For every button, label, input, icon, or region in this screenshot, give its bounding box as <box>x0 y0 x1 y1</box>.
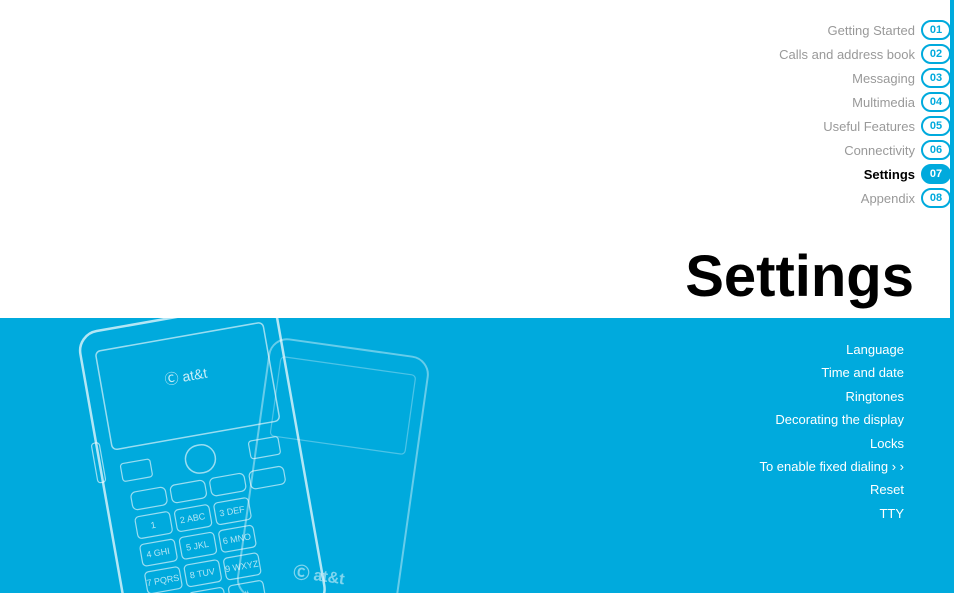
settings-chapter-menu: LanguageTime and dateRingtonesDecorating… <box>759 338 904 525</box>
blue-menu-item: Time and date <box>759 361 904 384</box>
svg-text:6 MNO: 6 MNO <box>222 531 252 546</box>
nav-item-02[interactable]: Calls and address book 02 <box>714 44 954 64</box>
svg-text:9 WXYZ: 9 WXYZ <box>224 559 259 575</box>
blue-menu-item: Language <box>759 338 904 361</box>
nav-item-badge: 04 <box>921 92 951 112</box>
nav-item-badge: 08 <box>921 188 951 208</box>
nav-item-06[interactable]: Connectivity 06 <box>714 140 954 160</box>
nav-item-label: Settings <box>864 167 915 182</box>
svg-text:4 GHI: 4 GHI <box>146 546 171 560</box>
blue-menu-item: TTY <box>759 502 904 525</box>
nav-item-label: Appendix <box>861 191 915 206</box>
nav-item-badge: 06 <box>921 140 951 160</box>
nav-item-03[interactable]: Messaging 03 <box>714 68 954 88</box>
blue-menu-item: To enable fixed dialing › <box>759 455 904 478</box>
nav-item-label: Getting Started <box>828 23 915 38</box>
svg-text:Ⓒ at&t: Ⓒ at&t <box>292 562 346 588</box>
nav-item-08[interactable]: Appendix 08 <box>714 188 954 208</box>
blue-menu-item: Locks <box>759 432 904 455</box>
svg-text:1: 1 <box>150 520 157 531</box>
blue-menu-item: Ringtones <box>759 385 904 408</box>
nav-item-label: Messaging <box>852 71 915 86</box>
chapter-navigation: Getting Started 01 Calls and address book 0… <box>714 20 954 212</box>
phone-illustration: Ⓒ at&t 1 2 ABC 3 DEF <box>40 318 440 593</box>
nav-item-badge: 01 <box>921 20 951 40</box>
svg-text:5 JKL: 5 JKL <box>185 539 209 553</box>
nav-item-05[interactable]: Useful Features 05 <box>714 116 954 136</box>
nav-item-07[interactable]: Settings 07 <box>714 164 954 184</box>
svg-text:7 PQRS: 7 PQRS <box>146 573 180 589</box>
nav-item-badge: 02 <box>921 44 951 64</box>
nav-item-label: Calls and address book <box>779 47 915 62</box>
nav-item-badge: 07 <box>921 164 951 184</box>
nav-item-label: Multimedia <box>852 95 915 110</box>
right-accent-bar <box>950 0 954 320</box>
nav-item-label: Useful Features <box>823 119 915 134</box>
bottom-section: Ⓒ at&t 1 2 ABC 3 DEF <box>0 318 954 593</box>
svg-text:8 TUV: 8 TUV <box>189 566 216 580</box>
nav-item-01[interactable]: Getting Started 01 <box>714 20 954 40</box>
nav-item-badge: 05 <box>921 116 951 136</box>
nav-item-badge: 03 <box>921 68 951 88</box>
blue-menu-item: Decorating the display <box>759 408 904 431</box>
svg-text:Ⓒ at&t: Ⓒ at&t <box>163 365 208 388</box>
nav-item-04[interactable]: Multimedia 04 <box>714 92 954 112</box>
nav-item-label: Connectivity <box>844 143 915 158</box>
svg-text:2 ABC: 2 ABC <box>179 511 206 525</box>
blue-menu-item: Reset <box>759 478 904 501</box>
page-title: Settings <box>685 243 914 310</box>
svg-text:3 DEF: 3 DEF <box>219 504 246 518</box>
top-section: Getting Started 01 Calls and address book 0… <box>0 0 954 320</box>
